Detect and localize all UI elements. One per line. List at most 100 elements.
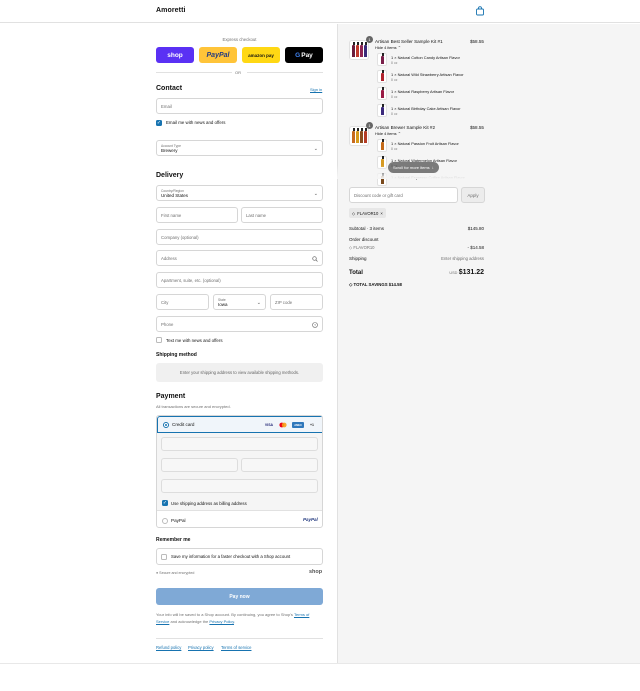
email-field[interactable]: Email bbox=[156, 98, 323, 114]
express-checkout-label: Express checkout bbox=[222, 37, 257, 42]
help-icon[interactable]: ? bbox=[312, 322, 318, 328]
chevron-down-icon: ⌄ bbox=[256, 300, 261, 306]
legal-text-3: . bbox=[234, 619, 236, 624]
close-icon[interactable]: × bbox=[380, 211, 382, 216]
expiration-field[interactable] bbox=[161, 458, 238, 472]
item-title: 1 × Natural Wild Strawberry Artisan Flav… bbox=[391, 72, 464, 77]
item-image bbox=[377, 139, 387, 152]
state-value: Iowa bbox=[218, 301, 228, 307]
hide-items-toggle[interactable]: Hide 4 items ⌃ bbox=[375, 45, 401, 50]
last-name-field[interactable]: Last name bbox=[241, 207, 323, 223]
billing-same-checkbox[interactable]: ✓ bbox=[162, 500, 168, 506]
tag-icon: ◇ bbox=[349, 245, 353, 250]
discount-value: - $14.58 bbox=[467, 245, 484, 250]
order-discount-label: Order discount bbox=[349, 237, 379, 242]
shop-pay-button[interactable]: shop bbox=[156, 47, 194, 63]
bag-icon[interactable] bbox=[475, 6, 485, 16]
item-title: 1 × Natural Passion Fruit Artisan Flavor bbox=[391, 141, 459, 146]
save-info-checkbox[interactable] bbox=[161, 554, 167, 560]
apartment-field[interactable]: Apartment, suite, etc. (optional) bbox=[156, 272, 323, 288]
name-on-card-field[interactable] bbox=[161, 479, 318, 493]
hide-items-toggle[interactable]: Hide 4 items ⌃ bbox=[375, 131, 401, 136]
sign-in-link[interactable]: Sign in bbox=[310, 87, 322, 92]
total-value: $131.22 bbox=[458, 269, 484, 276]
or-divider-left bbox=[156, 72, 232, 73]
lock-icon: ● bbox=[156, 571, 159, 575]
currency-code: USD bbox=[449, 271, 458, 275]
email-news-label: Email me with news and offers bbox=[166, 120, 226, 125]
amazon-pay-button[interactable]: amazon pay bbox=[242, 47, 280, 63]
footer-link-privacy[interactable]: Privacy policy bbox=[188, 645, 214, 650]
total-savings-value: $14.58 bbox=[388, 282, 402, 287]
product-title: Artisan Brewer Sample Kit #2 bbox=[375, 125, 435, 130]
country-select[interactable]: Country/Region United States ⌄ bbox=[156, 185, 323, 201]
email-news-checkbox[interactable]: ✓ bbox=[156, 120, 162, 126]
scroll-for-more-button[interactable]: Scroll for more items ↓ bbox=[388, 162, 439, 173]
city-field[interactable]: City bbox=[156, 294, 209, 310]
or-divider-right bbox=[247, 72, 323, 73]
bottle-icon bbox=[364, 128, 367, 143]
footer-link-terms[interactable]: Terms of service bbox=[221, 645, 251, 650]
pay-now-button[interactable]: Pay now bbox=[156, 588, 323, 605]
shipping-label: Shipping bbox=[349, 256, 367, 261]
or-label: OR bbox=[235, 70, 241, 75]
item-image bbox=[377, 87, 387, 100]
company-field[interactable]: Company (optional) bbox=[156, 229, 323, 245]
checkout-header: Amoretti bbox=[0, 0, 640, 23]
total-amount: USD $131.22 bbox=[449, 269, 484, 276]
card-number-field[interactable] bbox=[161, 437, 318, 451]
item-image bbox=[377, 53, 387, 66]
apply-discount-button[interactable]: Apply bbox=[461, 187, 485, 203]
total-label: Total bbox=[349, 270, 363, 276]
text-news-checkbox[interactable] bbox=[156, 337, 162, 343]
address-field[interactable]: Address bbox=[156, 250, 323, 266]
legal-notice: Your info will be saved to a Shop accoun… bbox=[156, 611, 323, 625]
item-meta: 8 oz bbox=[391, 95, 398, 99]
discount-tag: ◇ FLAVOR10 × bbox=[349, 208, 386, 218]
product-price: $58.55 bbox=[469, 39, 484, 44]
payment-heading: Payment bbox=[156, 393, 186, 400]
discount-code-row: ◇ FLAVOR10 bbox=[349, 245, 375, 250]
quantity-badge: 1 bbox=[366, 122, 373, 129]
chevron-up-icon: ⌃ bbox=[397, 131, 401, 136]
bottle-icon bbox=[381, 53, 384, 64]
item-meta: 8 oz bbox=[391, 78, 398, 82]
visa-icon: VISA bbox=[264, 423, 274, 427]
google-pay-button[interactable]: G Pay bbox=[285, 47, 323, 63]
legal-text-2: and acknowledge the bbox=[170, 619, 209, 624]
discount-code-input[interactable]: Discount code or gift card bbox=[349, 187, 458, 203]
phone-field[interactable]: Phone ? bbox=[156, 316, 323, 332]
tag-icon: ◇ bbox=[352, 210, 356, 216]
privacy-policy-link[interactable]: Privacy Policy bbox=[209, 619, 234, 624]
account-type-select[interactable]: Account Type Brewery ⌄ bbox=[156, 140, 323, 156]
zip-field[interactable]: ZIP code bbox=[270, 294, 323, 310]
subtotal-label: Subtotal · 3 items bbox=[349, 226, 385, 231]
paypal-express-button[interactable]: PayPal bbox=[199, 47, 237, 63]
security-code-field[interactable] bbox=[241, 458, 318, 472]
quantity-badge: 1 bbox=[366, 36, 373, 43]
total-savings: ◇ TOTAL SAVINGS $14.58 bbox=[349, 282, 402, 288]
first-name-field[interactable]: First name bbox=[156, 207, 238, 223]
paypal-radio[interactable] bbox=[162, 518, 168, 524]
shipping-method-placeholder: Enter your shipping address to view avai… bbox=[156, 363, 323, 382]
hide-items-label: Hide 4 items bbox=[375, 45, 397, 50]
credit-card-form: ✓ Use shipping address as billing addres… bbox=[157, 433, 322, 511]
shop-logo: shop bbox=[309, 569, 323, 575]
product-title: Artisan Best Seller Sample Kit #1 bbox=[375, 39, 443, 44]
address-placeholder: Address bbox=[161, 255, 177, 261]
bottle-icon bbox=[352, 128, 355, 143]
subtotal-value: $145.80 bbox=[467, 226, 484, 231]
store-logo[interactable]: Amoretti bbox=[156, 7, 186, 14]
state-select[interactable]: State Iowa ⌄ bbox=[213, 294, 266, 310]
amex-icon: AMEX bbox=[292, 422, 304, 428]
credit-card-radio[interactable] bbox=[163, 422, 169, 428]
footer-link-refund[interactable]: Refund policy bbox=[156, 645, 181, 650]
footer-links-divider bbox=[156, 638, 323, 639]
paypal-option-label[interactable]: PayPal bbox=[171, 518, 186, 523]
shipping-method-heading: Shipping method bbox=[156, 352, 197, 358]
secure-label: Secure and encrypted bbox=[159, 571, 195, 575]
save-info-option[interactable]: Save my information for a faster checkou… bbox=[156, 548, 323, 565]
total-savings-label: TOTAL SAVINGS bbox=[353, 282, 388, 287]
credit-card-option[interactable]: Credit card VISA AMEX +1 bbox=[157, 416, 322, 433]
payment-methods: Credit card VISA AMEX +1 ✓ Use shipping … bbox=[156, 415, 323, 528]
